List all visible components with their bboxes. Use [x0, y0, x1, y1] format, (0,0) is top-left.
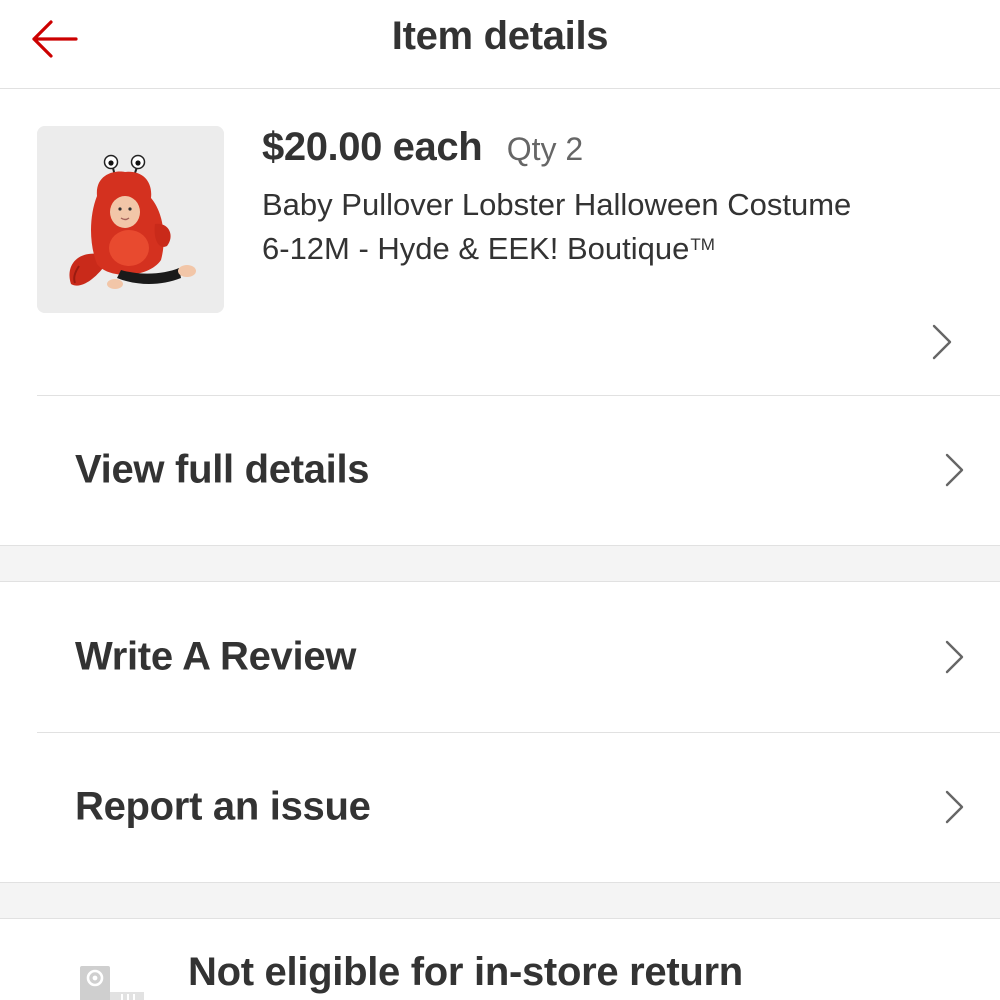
chevron-right-icon — [945, 790, 964, 824]
write-review-row[interactable]: Write A Review — [0, 583, 1000, 731]
product-thumbnail — [37, 126, 224, 313]
write-review-label: Write A Review — [75, 634, 357, 679]
section-gap — [0, 882, 1000, 919]
top-bar: Item details — [0, 0, 1000, 89]
return-policy-row: Not eligible for in-store return — [0, 920, 1000, 1000]
chevron-right-icon — [945, 453, 964, 487]
view-full-details-row[interactable]: View full details — [0, 396, 1000, 544]
section-gap — [0, 545, 1000, 582]
chevron-right-icon — [932, 324, 952, 360]
report-issue-row[interactable]: Report an issue — [0, 733, 1000, 881]
page-title: Item details — [391, 14, 609, 58]
item-price: $20.00 each — [262, 125, 483, 169]
item-quantity: Qty 2 — [506, 131, 584, 167]
product-title-text: Baby Pullover Lobster Halloween Costume … — [262, 187, 852, 266]
price-line: $20.00 each Qty 2 — [262, 125, 583, 170]
trademark-mark: TM — [690, 235, 715, 254]
return-policy-text: Not eligible for in-store return — [188, 950, 743, 994]
chevron-right-icon — [945, 640, 964, 674]
report-issue-label: Report an issue — [75, 784, 371, 829]
item-details-screen: Item details $20.00 each Qty 2 Baby Pull… — [0, 0, 1000, 1000]
product-row[interactable]: $20.00 each Qty 2 Baby Pullover Lobster … — [0, 89, 1000, 395]
view-full-details-label: View full details — [75, 447, 370, 492]
product-title: Baby Pullover Lobster Halloween Costume … — [262, 185, 862, 269]
store-return-icon — [80, 966, 144, 1000]
lobster-costume-image — [37, 126, 224, 313]
